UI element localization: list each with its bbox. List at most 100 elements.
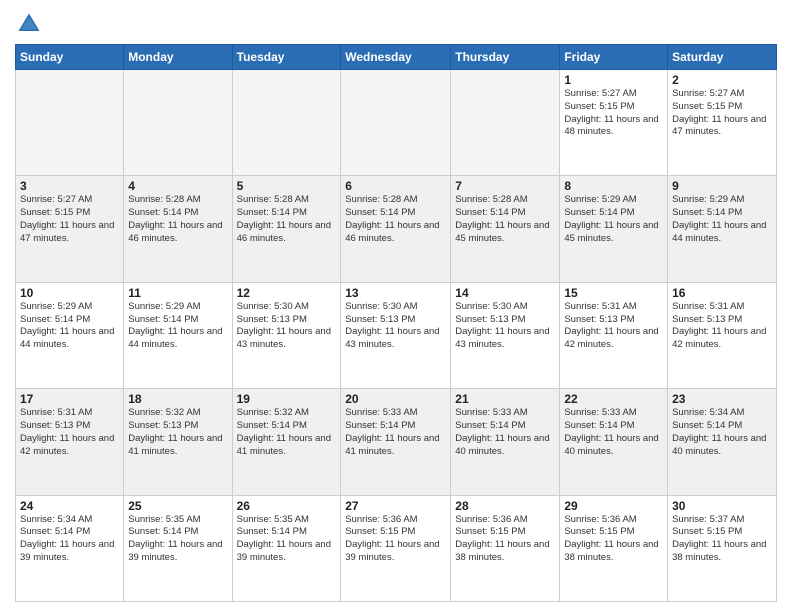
day-number: 9 bbox=[672, 179, 772, 193]
day-info: Sunrise: 5:30 AMSunset: 5:13 PMDaylight:… bbox=[455, 301, 555, 352]
calendar-cell: 2Sunrise: 5:27 AMSunset: 5:15 PMDaylight… bbox=[668, 70, 777, 176]
calendar-cell bbox=[16, 70, 124, 176]
calendar-cell: 28Sunrise: 5:36 AMSunset: 5:15 PMDayligh… bbox=[451, 495, 560, 601]
calendar-cell: 20Sunrise: 5:33 AMSunset: 5:14 PMDayligh… bbox=[341, 389, 451, 495]
day-info: Sunrise: 5:28 AMSunset: 5:14 PMDaylight:… bbox=[237, 194, 337, 245]
day-info: Sunrise: 5:30 AMSunset: 5:13 PMDaylight:… bbox=[345, 301, 446, 352]
day-info: Sunrise: 5:36 AMSunset: 5:15 PMDaylight:… bbox=[345, 514, 446, 565]
calendar-week-row: 24Sunrise: 5:34 AMSunset: 5:14 PMDayligh… bbox=[16, 495, 777, 601]
weekday-header-monday: Monday bbox=[124, 45, 232, 70]
day-number: 26 bbox=[237, 499, 337, 513]
day-number: 10 bbox=[20, 286, 119, 300]
weekday-header-friday: Friday bbox=[560, 45, 668, 70]
day-info: Sunrise: 5:31 AMSunset: 5:13 PMDaylight:… bbox=[20, 407, 119, 458]
calendar-cell: 30Sunrise: 5:37 AMSunset: 5:15 PMDayligh… bbox=[668, 495, 777, 601]
day-info: Sunrise: 5:32 AMSunset: 5:13 PMDaylight:… bbox=[128, 407, 227, 458]
day-info: Sunrise: 5:35 AMSunset: 5:14 PMDaylight:… bbox=[128, 514, 227, 565]
weekday-header-row: SundayMondayTuesdayWednesdayThursdayFrid… bbox=[16, 45, 777, 70]
day-number: 27 bbox=[345, 499, 446, 513]
calendar-cell: 24Sunrise: 5:34 AMSunset: 5:14 PMDayligh… bbox=[16, 495, 124, 601]
day-info: Sunrise: 5:33 AMSunset: 5:14 PMDaylight:… bbox=[564, 407, 663, 458]
day-info: Sunrise: 5:36 AMSunset: 5:15 PMDaylight:… bbox=[455, 514, 555, 565]
day-number: 14 bbox=[455, 286, 555, 300]
day-number: 12 bbox=[237, 286, 337, 300]
day-number: 1 bbox=[564, 73, 663, 87]
day-number: 21 bbox=[455, 392, 555, 406]
day-info: Sunrise: 5:31 AMSunset: 5:13 PMDaylight:… bbox=[564, 301, 663, 352]
calendar-cell: 22Sunrise: 5:33 AMSunset: 5:14 PMDayligh… bbox=[560, 389, 668, 495]
calendar-cell: 17Sunrise: 5:31 AMSunset: 5:13 PMDayligh… bbox=[16, 389, 124, 495]
logo-icon bbox=[15, 10, 43, 38]
weekday-header-tuesday: Tuesday bbox=[232, 45, 341, 70]
weekday-header-thursday: Thursday bbox=[451, 45, 560, 70]
calendar-week-row: 1Sunrise: 5:27 AMSunset: 5:15 PMDaylight… bbox=[16, 70, 777, 176]
day-number: 20 bbox=[345, 392, 446, 406]
calendar-cell: 14Sunrise: 5:30 AMSunset: 5:13 PMDayligh… bbox=[451, 282, 560, 388]
calendar-cell bbox=[232, 70, 341, 176]
page: SundayMondayTuesdayWednesdayThursdayFrid… bbox=[0, 0, 792, 612]
day-info: Sunrise: 5:28 AMSunset: 5:14 PMDaylight:… bbox=[345, 194, 446, 245]
calendar-cell: 25Sunrise: 5:35 AMSunset: 5:14 PMDayligh… bbox=[124, 495, 232, 601]
calendar-cell: 29Sunrise: 5:36 AMSunset: 5:15 PMDayligh… bbox=[560, 495, 668, 601]
day-number: 6 bbox=[345, 179, 446, 193]
calendar-cell: 18Sunrise: 5:32 AMSunset: 5:13 PMDayligh… bbox=[124, 389, 232, 495]
day-number: 3 bbox=[20, 179, 119, 193]
day-info: Sunrise: 5:28 AMSunset: 5:14 PMDaylight:… bbox=[455, 194, 555, 245]
calendar-cell: 21Sunrise: 5:33 AMSunset: 5:14 PMDayligh… bbox=[451, 389, 560, 495]
calendar-cell: 27Sunrise: 5:36 AMSunset: 5:15 PMDayligh… bbox=[341, 495, 451, 601]
day-number: 22 bbox=[564, 392, 663, 406]
day-info: Sunrise: 5:27 AMSunset: 5:15 PMDaylight:… bbox=[672, 88, 772, 139]
calendar-cell bbox=[341, 70, 451, 176]
calendar-week-row: 17Sunrise: 5:31 AMSunset: 5:13 PMDayligh… bbox=[16, 389, 777, 495]
calendar-cell: 6Sunrise: 5:28 AMSunset: 5:14 PMDaylight… bbox=[341, 176, 451, 282]
calendar-cell: 11Sunrise: 5:29 AMSunset: 5:14 PMDayligh… bbox=[124, 282, 232, 388]
day-number: 28 bbox=[455, 499, 555, 513]
calendar-cell: 1Sunrise: 5:27 AMSunset: 5:15 PMDaylight… bbox=[560, 70, 668, 176]
calendar-cell: 10Sunrise: 5:29 AMSunset: 5:14 PMDayligh… bbox=[16, 282, 124, 388]
day-number: 23 bbox=[672, 392, 772, 406]
day-info: Sunrise: 5:30 AMSunset: 5:13 PMDaylight:… bbox=[237, 301, 337, 352]
day-info: Sunrise: 5:33 AMSunset: 5:14 PMDaylight:… bbox=[345, 407, 446, 458]
day-info: Sunrise: 5:34 AMSunset: 5:14 PMDaylight:… bbox=[20, 514, 119, 565]
day-number: 7 bbox=[455, 179, 555, 193]
day-number: 18 bbox=[128, 392, 227, 406]
calendar-cell: 7Sunrise: 5:28 AMSunset: 5:14 PMDaylight… bbox=[451, 176, 560, 282]
calendar-week-row: 3Sunrise: 5:27 AMSunset: 5:15 PMDaylight… bbox=[16, 176, 777, 282]
day-number: 30 bbox=[672, 499, 772, 513]
day-info: Sunrise: 5:29 AMSunset: 5:14 PMDaylight:… bbox=[20, 301, 119, 352]
day-number: 8 bbox=[564, 179, 663, 193]
day-number: 15 bbox=[564, 286, 663, 300]
day-number: 5 bbox=[237, 179, 337, 193]
day-number: 25 bbox=[128, 499, 227, 513]
calendar-cell: 5Sunrise: 5:28 AMSunset: 5:14 PMDaylight… bbox=[232, 176, 341, 282]
calendar-cell: 26Sunrise: 5:35 AMSunset: 5:14 PMDayligh… bbox=[232, 495, 341, 601]
calendar: SundayMondayTuesdayWednesdayThursdayFrid… bbox=[15, 44, 777, 602]
day-number: 2 bbox=[672, 73, 772, 87]
calendar-cell: 23Sunrise: 5:34 AMSunset: 5:14 PMDayligh… bbox=[668, 389, 777, 495]
day-number: 24 bbox=[20, 499, 119, 513]
calendar-cell: 15Sunrise: 5:31 AMSunset: 5:13 PMDayligh… bbox=[560, 282, 668, 388]
day-info: Sunrise: 5:33 AMSunset: 5:14 PMDaylight:… bbox=[455, 407, 555, 458]
day-info: Sunrise: 5:27 AMSunset: 5:15 PMDaylight:… bbox=[564, 88, 663, 139]
day-info: Sunrise: 5:27 AMSunset: 5:15 PMDaylight:… bbox=[20, 194, 119, 245]
day-number: 29 bbox=[564, 499, 663, 513]
calendar-cell: 3Sunrise: 5:27 AMSunset: 5:15 PMDaylight… bbox=[16, 176, 124, 282]
day-number: 19 bbox=[237, 392, 337, 406]
day-number: 16 bbox=[672, 286, 772, 300]
weekday-header-saturday: Saturday bbox=[668, 45, 777, 70]
calendar-cell bbox=[124, 70, 232, 176]
calendar-cell: 12Sunrise: 5:30 AMSunset: 5:13 PMDayligh… bbox=[232, 282, 341, 388]
calendar-cell: 16Sunrise: 5:31 AMSunset: 5:13 PMDayligh… bbox=[668, 282, 777, 388]
calendar-cell: 4Sunrise: 5:28 AMSunset: 5:14 PMDaylight… bbox=[124, 176, 232, 282]
weekday-header-sunday: Sunday bbox=[16, 45, 124, 70]
day-info: Sunrise: 5:29 AMSunset: 5:14 PMDaylight:… bbox=[128, 301, 227, 352]
header bbox=[15, 10, 777, 38]
calendar-cell: 19Sunrise: 5:32 AMSunset: 5:14 PMDayligh… bbox=[232, 389, 341, 495]
day-info: Sunrise: 5:29 AMSunset: 5:14 PMDaylight:… bbox=[672, 194, 772, 245]
day-info: Sunrise: 5:32 AMSunset: 5:14 PMDaylight:… bbox=[237, 407, 337, 458]
day-info: Sunrise: 5:35 AMSunset: 5:14 PMDaylight:… bbox=[237, 514, 337, 565]
calendar-cell bbox=[451, 70, 560, 176]
calendar-cell: 13Sunrise: 5:30 AMSunset: 5:13 PMDayligh… bbox=[341, 282, 451, 388]
calendar-week-row: 10Sunrise: 5:29 AMSunset: 5:14 PMDayligh… bbox=[16, 282, 777, 388]
calendar-cell: 9Sunrise: 5:29 AMSunset: 5:14 PMDaylight… bbox=[668, 176, 777, 282]
